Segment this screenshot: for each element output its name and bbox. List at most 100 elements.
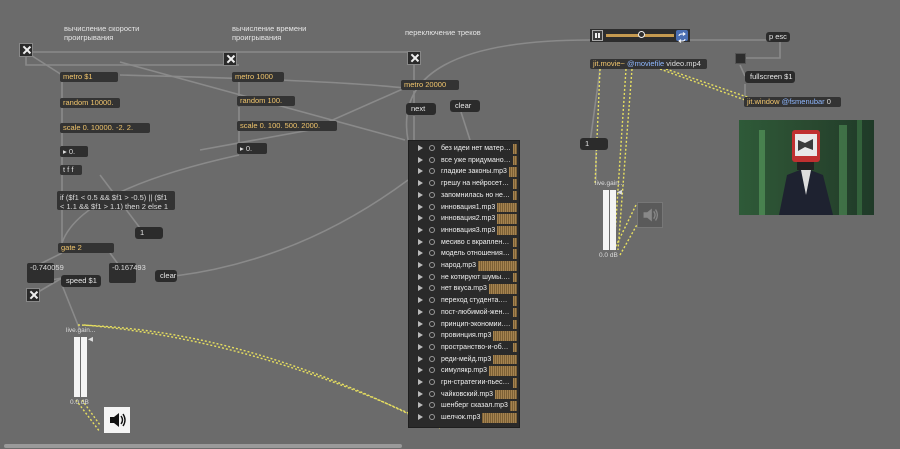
playlist-track[interactable]: шелчок.mp3 [409, 412, 519, 424]
loop-icon[interactable] [429, 180, 435, 187]
horizontal-scrollbar[interactable] [4, 444, 402, 448]
metro-time-object[interactable]: metro 1000 [232, 72, 284, 82]
play-icon[interactable] [418, 297, 423, 304]
loop-icon[interactable] [429, 297, 435, 304]
loop-icon[interactable] [429, 367, 435, 374]
play-icon[interactable] [418, 355, 423, 362]
playlist-track[interactable]: модель отношения к... [409, 248, 519, 260]
loop-icon[interactable] [429, 390, 435, 397]
play-icon[interactable] [418, 332, 423, 339]
track-toggle[interactable] [407, 51, 421, 65]
play-icon[interactable] [418, 262, 423, 268]
loop-icon[interactable] [429, 355, 435, 362]
play-icon[interactable] [418, 402, 423, 409]
playlist-track[interactable]: инновация1.mp3 [409, 202, 519, 214]
play-icon[interactable] [418, 238, 423, 245]
small-square[interactable] [735, 53, 746, 64]
loop-icon[interactable] [429, 414, 435, 421]
random-speed-object[interactable]: random 10000. [60, 98, 120, 108]
loop-icon[interactable] [676, 30, 688, 43]
speaker-right-button[interactable] [637, 202, 663, 228]
playbar-knob[interactable] [638, 31, 645, 38]
clear-left-message[interactable]: clear [155, 270, 177, 282]
loop-icon[interactable] [429, 320, 435, 327]
playlist-track[interactable]: симулякр.mp3 [409, 365, 519, 377]
gate-object[interactable]: gate 2 [58, 243, 114, 253]
p-esc-object[interactable]: p esc [766, 32, 790, 42]
clear-track-message[interactable]: clear [450, 100, 480, 112]
gain-left-meter-r[interactable] [81, 337, 87, 397]
playlist-track[interactable]: реди-мейд.mp3 [409, 354, 519, 366]
playlist-track[interactable]: не котируют шумы.mp3 [409, 272, 519, 284]
play-icon[interactable] [418, 390, 423, 397]
float-time-box[interactable]: ▸ 0. [237, 143, 267, 154]
playlist-track[interactable]: пространство-и-объе... [409, 342, 519, 354]
jit-window-object[interactable]: jit.window @fsmenubar 0 [744, 97, 841, 107]
scale-time-object[interactable]: scale 0. 100. 500. 2000. [237, 121, 337, 131]
playlist-track[interactable]: гладкие законы.mp3 [409, 166, 519, 178]
play-icon[interactable] [418, 250, 423, 257]
loop-icon[interactable] [429, 250, 435, 257]
pause-icon[interactable] [592, 30, 603, 41]
speaker-left-button[interactable] [104, 407, 130, 433]
play-icon[interactable] [418, 285, 423, 292]
loop-icon[interactable] [429, 203, 435, 210]
one-message[interactable]: 1 [135, 227, 163, 239]
one-video-message[interactable]: 1 [580, 138, 608, 150]
float-speed-box[interactable]: ▸ 0. [60, 146, 88, 157]
play-icon[interactable] [418, 156, 423, 163]
scale-speed-object[interactable]: scale 0. 10000. -2. 2. [60, 123, 150, 133]
play-icon[interactable] [418, 226, 423, 233]
playlist-track[interactable]: принцип-экономии.mp3 [409, 319, 519, 331]
playlist-track[interactable]: все уже придумано.m... [409, 155, 519, 167]
video-preview[interactable] [739, 120, 874, 215]
playbar[interactable] [590, 29, 690, 43]
loop-icon[interactable] [429, 285, 435, 292]
speed-message[interactable]: speed $1 [61, 275, 101, 287]
play-icon[interactable] [418, 308, 423, 315]
metro-speed-object[interactable]: metro $1 [60, 72, 118, 82]
play-icon[interactable] [418, 215, 423, 222]
loop-icon[interactable] [429, 308, 435, 315]
play-icon[interactable] [418, 273, 423, 280]
loop-icon[interactable] [429, 145, 435, 151]
play-icon[interactable] [418, 414, 423, 421]
loop-icon[interactable] [429, 379, 435, 385]
play-icon[interactable] [418, 320, 423, 327]
playlist-track[interactable]: пост-любимой-жены.... [409, 307, 519, 319]
play-icon[interactable] [418, 145, 423, 151]
play-icon[interactable] [418, 203, 423, 210]
metro-track-object[interactable]: metro 20000 [401, 80, 459, 90]
random-time-object[interactable]: random 100. [237, 96, 295, 106]
jit-movie-object[interactable]: jit.movie~ @moviefile video.mp4 [590, 59, 707, 69]
loop-icon[interactable] [429, 343, 435, 350]
loop-icon[interactable] [429, 226, 435, 233]
gain-right-meter-r[interactable] [610, 190, 616, 250]
playlist-track[interactable]: инновация2.mp3 [409, 213, 519, 225]
play-icon[interactable] [418, 379, 423, 385]
loop-icon[interactable] [429, 191, 435, 198]
playlist-track[interactable]: нет вкуса.mp3 [409, 283, 519, 295]
playlist-track[interactable]: инновация3.mp3 [409, 225, 519, 237]
playlist-track[interactable]: запомнилась но не по... [409, 190, 519, 202]
speed-toggle[interactable] [19, 43, 33, 57]
gain-right-meter-l[interactable] [603, 190, 609, 250]
next-message[interactable]: next [406, 103, 436, 115]
play-icon[interactable] [418, 168, 423, 175]
loop-icon[interactable] [429, 262, 435, 268]
playlist-track[interactable]: чайковский.mp3 [409, 389, 519, 401]
fullscreen-message[interactable]: fullscreen $1 [745, 71, 795, 83]
loop-icon[interactable] [429, 273, 435, 280]
playlist-track[interactable]: без идеи нет материа... [409, 143, 519, 155]
gain-left-meter-l[interactable] [74, 337, 80, 397]
loop-icon[interactable] [429, 332, 435, 339]
time-toggle[interactable] [223, 52, 237, 66]
play-icon[interactable] [418, 180, 423, 187]
playlist-track[interactable]: переход студента.mp3 [409, 295, 519, 307]
audio-toggle[interactable] [26, 288, 40, 302]
speed-number-left[interactable]: -0.740059 [27, 263, 64, 283]
speed-number-right[interactable]: -0.167493 [109, 263, 146, 283]
loop-icon[interactable] [429, 156, 435, 163]
playlist[interactable]: без идеи нет материа... все уже придумано… [408, 140, 520, 428]
playlist-track[interactable]: месиво с вкраплениа... [409, 237, 519, 249]
